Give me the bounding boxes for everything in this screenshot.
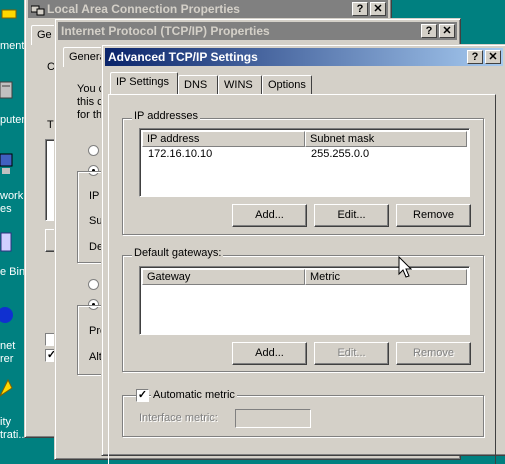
local-area-text-t: T: [47, 119, 54, 131]
tab-dns[interactable]: DNS: [178, 75, 218, 95]
mouse-cursor-icon: [398, 255, 413, 280]
gateway-add-button[interactable]: Add...: [232, 342, 307, 365]
network-places-icon[interactable]: [0, 152, 14, 178]
my-computer-icon[interactable]: [0, 80, 14, 102]
tcpip-text-3: for th: [77, 109, 103, 121]
desktop-label-security: ity: [0, 416, 11, 428]
local-area-help-button[interactable]: ?: [352, 2, 368, 16]
tab-options-label: Options: [268, 79, 306, 91]
tab-ip-settings[interactable]: IP Settings: [110, 72, 178, 94]
ip-address-cell: 172.16.10.10: [148, 148, 213, 160]
tcpip-close-button[interactable]: ✕: [439, 24, 455, 38]
tcpip-text-2: this c: [77, 96, 103, 108]
desktop-label-documents: ment: [0, 40, 25, 52]
default-gateways-list[interactable]: Gateway Metric: [139, 266, 470, 335]
desktop-label-computer: puter: [0, 114, 26, 126]
tab-options[interactable]: Options: [262, 75, 312, 95]
administrative-tools-icon[interactable]: [0, 378, 14, 398]
tcpip-alternate-dns-label: Alt: [89, 351, 102, 363]
ip-add-button[interactable]: Add...: [232, 204, 307, 227]
gateway-remove-button: Remove: [396, 342, 471, 365]
internet-explorer-icon[interactable]: [0, 302, 14, 328]
default-gateways-group-label: Default gateways:: [132, 247, 224, 259]
interface-metric-label: Interface metric:: [139, 412, 218, 424]
tab-ip-settings-label: IP Settings: [116, 76, 169, 88]
advanced-help-button[interactable]: ?: [467, 50, 483, 64]
ip-edit-button[interactable]: Edit...: [314, 204, 389, 227]
local-area-close-button[interactable]: ✕: [370, 2, 386, 16]
tab-dns-label: DNS: [184, 79, 208, 91]
tab-wins-label: WINS: [224, 79, 253, 91]
local-area-tab-label: Ge: [37, 29, 52, 41]
advanced-tcpip-titlebar: Advanced TCP/IP Settings ? ✕: [105, 48, 503, 66]
subnet-mask-cell: 255.255.0.0: [311, 148, 370, 160]
advanced-tcpip-window: Advanced TCP/IP Settings ? ✕ IP Settings…: [101, 44, 505, 464]
ip-addresses-list[interactable]: IP address Subnet mask 172.16.10.10 255.…: [139, 128, 470, 197]
tcpip-obtain-ip-radio[interactable]: [88, 145, 99, 156]
desktop-label-explorer: rer: [0, 353, 14, 365]
automatic-metric-label[interactable]: Automatic metric: [151, 389, 237, 401]
desktop-label-recycle-bin: e Bin: [0, 266, 26, 278]
desktop-icon-top[interactable]: [0, 0, 20, 20]
recycle-bin-icon[interactable]: [0, 230, 14, 254]
ip-addresses-group-label: IP addresses: [132, 110, 201, 122]
gateway-column-header[interactable]: Gateway: [142, 269, 305, 285]
gateway-edit-button: Edit...: [314, 342, 389, 365]
tcpip-properties-title: Internet Protocol (TCP/IP) Properties: [61, 24, 270, 38]
local-area-connection-titlebar: Local Area Connection Properties ? ✕: [28, 0, 388, 18]
tab-wins[interactable]: WINS: [218, 75, 262, 95]
network-icon: [30, 3, 45, 16]
advanced-close-button[interactable]: ✕: [485, 50, 501, 64]
interface-metric-input: [235, 409, 311, 428]
desktop-label-internet: net: [0, 340, 16, 352]
subnet-mask-column-header[interactable]: Subnet mask: [305, 131, 467, 147]
desktop-label-places: es: [0, 203, 12, 215]
tcpip-help-button[interactable]: ?: [421, 24, 437, 38]
automatic-metric-checkbox[interactable]: ✓: [136, 389, 149, 402]
ip-address-column-header[interactable]: IP address: [142, 131, 305, 147]
ip-remove-button[interactable]: Remove: [396, 204, 471, 227]
tcpip-obtain-dns-radio[interactable]: [88, 279, 99, 290]
tcpip-ip-label: IP: [89, 190, 100, 202]
local-area-connection-title: Local Area Connection Properties: [47, 2, 240, 16]
desktop-label-network: work: [0, 190, 24, 202]
tcpip-properties-titlebar: Internet Protocol (TCP/IP) Properties ? …: [58, 22, 457, 40]
ip-address-row[interactable]: 172.16.10.10 255.255.0.0: [142, 148, 467, 162]
advanced-tcpip-title: Advanced TCP/IP Settings: [108, 50, 258, 64]
metric-column-header[interactable]: Metric: [305, 269, 467, 285]
